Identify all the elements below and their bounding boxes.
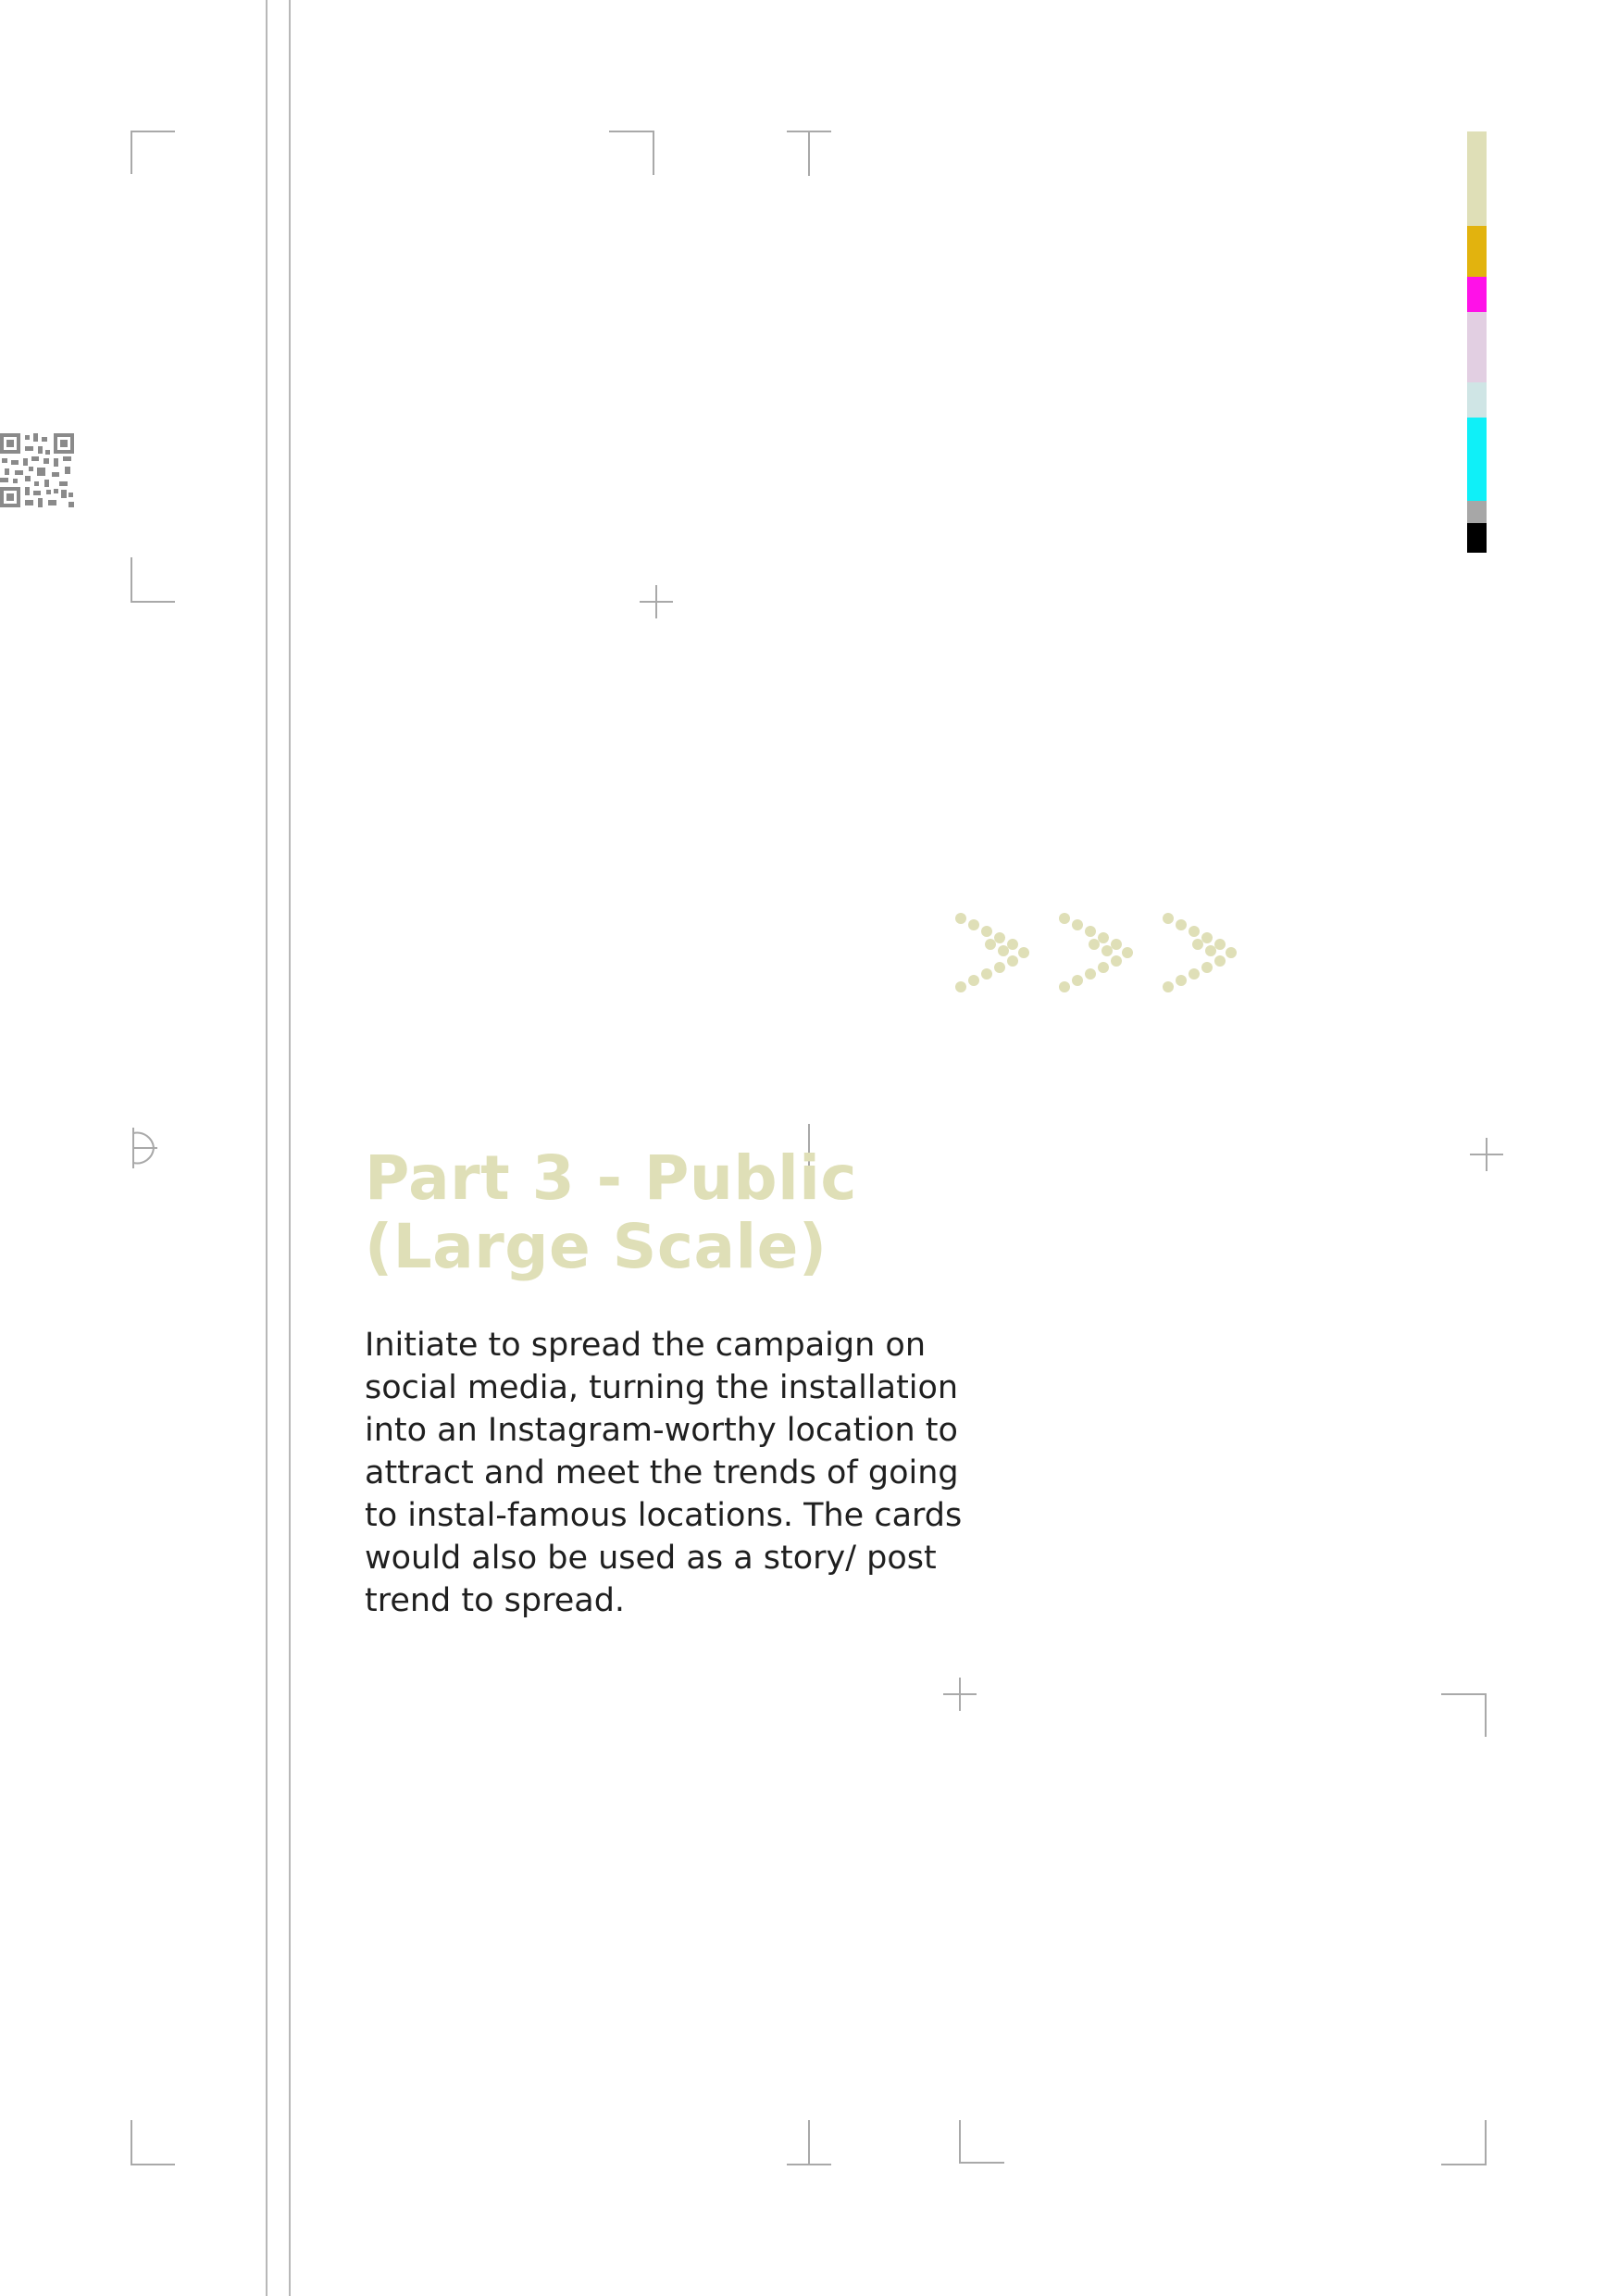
color-swatch-beige bbox=[1467, 131, 1487, 226]
crop-mark-top-t bbox=[787, 131, 831, 176]
color-swatch-gold bbox=[1467, 226, 1487, 277]
section-heading: Part 3 - Public (Large Scale) bbox=[365, 1144, 1013, 1281]
section-heading-line-2: (Large Scale) bbox=[365, 1211, 828, 1282]
triple-chevron-right-icon bbox=[955, 913, 1237, 992]
registration-mark-left bbox=[132, 1128, 157, 1168]
crop-mark-mid-left bbox=[131, 557, 175, 603]
section-heading-line-1: Part 3 - Public bbox=[365, 1142, 857, 1214]
body-line: into an Instagram-worthy location to bbox=[365, 1412, 958, 1449]
color-swatch-magenta bbox=[1467, 277, 1487, 312]
plus-mark-1 bbox=[640, 585, 673, 618]
body-line: to instal-famous locations. The cards bbox=[365, 1497, 963, 1534]
color-swatch-pale-cyan bbox=[1467, 382, 1487, 418]
crop-mark-right-upper bbox=[1441, 1693, 1487, 1737]
body-line: attract and meet the trends of going bbox=[365, 1454, 959, 1491]
body-line: Initiate to spread the campaign on bbox=[365, 1327, 927, 1364]
body-line: would also be used as a story/ post bbox=[365, 1540, 937, 1577]
body-paragraph: Initiate to spread the campaign on socia… bbox=[365, 1324, 1013, 1622]
color-swatch-lilac bbox=[1467, 312, 1487, 382]
crop-mark-top-center bbox=[609, 131, 654, 175]
crop-mark-bottom-right bbox=[1441, 2120, 1487, 2165]
crop-mark-bottom-center bbox=[959, 2120, 1004, 2164]
crop-mark-top-left bbox=[131, 131, 175, 174]
crop-mark-bottom-left bbox=[131, 2120, 175, 2165]
color-swatch-black bbox=[1467, 523, 1487, 553]
color-swatch-cyan bbox=[1467, 418, 1487, 501]
body-line: social media, turning the installation bbox=[365, 1369, 959, 1406]
color-swatch-gray bbox=[1467, 501, 1487, 523]
body-line: trend to spread. bbox=[365, 1582, 626, 1619]
plus-mark-3 bbox=[943, 1678, 977, 1711]
plus-mark-2 bbox=[1470, 1138, 1503, 1171]
crop-mark-bottom-t bbox=[787, 2120, 831, 2165]
